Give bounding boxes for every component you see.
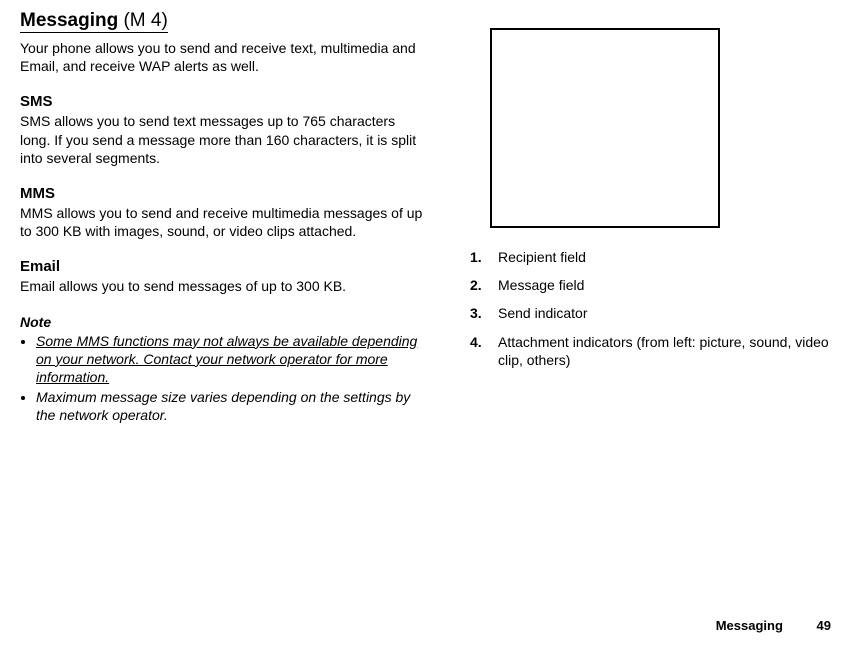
sms-body: SMS allows you to send text messages up … [20,112,425,167]
legend-item-2: 2. Message field [470,276,835,294]
legend-text-2: Message field [498,276,584,294]
legend-list: 1. Recipient field 2. Message field 3. S… [470,248,835,369]
note-heading: Note [20,314,425,330]
mms-body: MMS allows you to send and receive multi… [20,204,425,240]
note-list: Some MMS functions may not always be ava… [20,332,425,425]
title-suffix: (M 4) [118,10,168,31]
legend-num-2: 2. [470,276,498,294]
mms-heading: MMS [20,185,425,202]
note-item-1: Some MMS functions may not always be ava… [36,332,425,387]
diagram-placeholder [490,28,720,228]
sms-heading: SMS [20,93,425,110]
legend-text-3: Send indicator [498,304,588,322]
legend-text-1: Recipient field [498,248,586,266]
footer-page-number: 49 [817,618,831,633]
email-body: Email allows you to send messages of up … [20,277,425,295]
legend-item-4: 4. Attachment indicators (from left: pic… [470,333,835,369]
email-heading: Email [20,258,425,275]
page-footer: Messaging 49 [716,618,831,633]
page-title: Messaging (M 4) [20,10,168,33]
intro-paragraph: Your phone allows you to send and receiv… [20,39,425,75]
legend-item-3: 3. Send indicator [470,304,835,322]
legend-num-4: 4. [470,333,498,369]
legend-num-3: 3. [470,304,498,322]
footer-section: Messaging [716,618,783,633]
note-item-2-text: Maximum message size varies depending on… [36,389,410,423]
legend-item-1: 1. Recipient field [470,248,835,266]
legend-text-4: Attachment indicators (from left: pictur… [498,333,835,369]
title-main: Messaging [20,10,118,31]
note-item-2: Maximum message size varies depending on… [36,388,425,424]
note-item-1-text: Some MMS functions may not always be ava… [36,333,417,385]
legend-num-1: 1. [470,248,498,266]
